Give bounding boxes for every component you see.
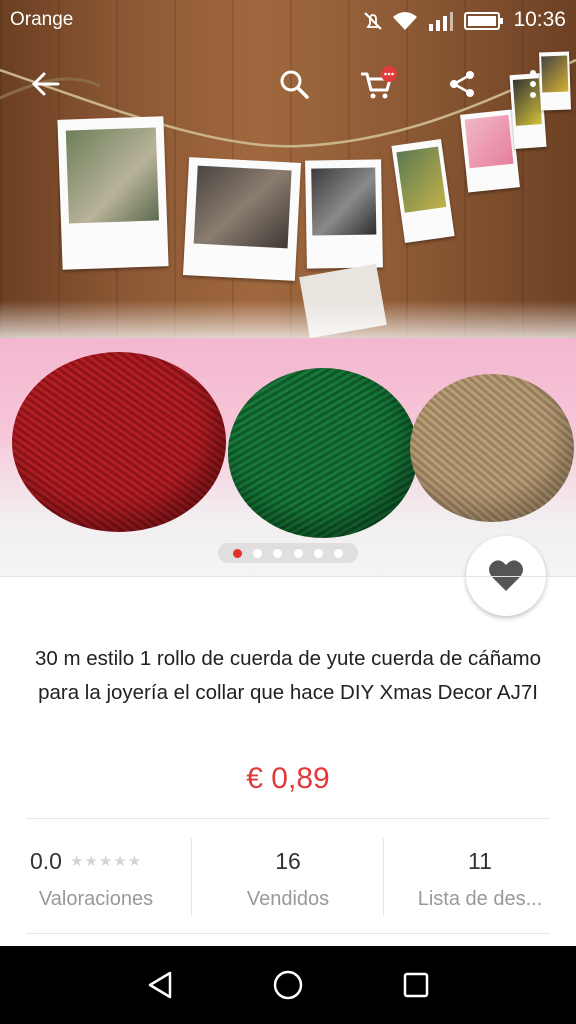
status-time: 10:36 — [513, 8, 566, 31]
sold-stat: 16 Vendidos — [192, 838, 384, 918]
pager-dot[interactable] — [313, 548, 323, 558]
sold-label: Vendidos — [246, 888, 330, 910]
home-circle-icon[interactable] — [265, 962, 311, 1008]
share-icon[interactable] — [442, 64, 482, 104]
divider — [26, 933, 550, 934]
pager-dot[interactable] — [293, 548, 303, 558]
status-bar: Orange 10:36 — [0, 0, 576, 42]
hanging-photo — [305, 159, 383, 269]
carrier-name: Orange — [10, 9, 74, 30]
red-jute-ball — [12, 352, 226, 532]
battery-icon — [464, 12, 504, 35]
wifi-icon — [392, 10, 418, 37]
divider — [26, 818, 550, 819]
sold-value: 16 — [275, 848, 301, 874]
mute-icon — [362, 10, 384, 37]
hanging-photo — [182, 157, 302, 281]
wishlist-value: 11 — [468, 848, 492, 874]
back-triangle-icon[interactable] — [138, 962, 184, 1008]
divider — [0, 576, 576, 577]
hanging-photo — [57, 116, 169, 270]
pager-dot[interactable] — [233, 548, 243, 558]
signal-icon — [428, 10, 454, 37]
pager-dot[interactable] — [333, 548, 343, 558]
search-icon[interactable] — [274, 64, 314, 104]
product-detail-screen: Orange 10:36 30 m estilo 1 rollo de cuer… — [0, 0, 576, 1024]
cart-icon[interactable] — [358, 64, 398, 104]
wishlist-stat[interactable]: 11 Lista de des... — [384, 838, 576, 918]
natural-jute-ball — [410, 374, 574, 522]
product-stats: 0.0 ★★★★★ Valoraciones 16 Vendidos 11 Lis… — [0, 818, 576, 936]
rating-value: 0.0 — [30, 848, 62, 874]
back-arrow-icon[interactable] — [26, 64, 66, 104]
rating-label: Valoraciones — [38, 888, 154, 910]
green-jute-ball — [228, 368, 418, 538]
more-icon[interactable] — [518, 64, 548, 104]
system-navigation-bar — [0, 946, 576, 1024]
pager-dot[interactable] — [273, 548, 283, 558]
hanging-photo — [460, 109, 520, 193]
product-price: € 0,89 — [246, 762, 330, 795]
product-title: 30 m estilo 1 rollo de cuerda de yute cu… — [35, 647, 541, 704]
wishlist-label: Lista de des... — [417, 888, 543, 910]
rating-stars: ★★★★★ — [69, 853, 143, 870]
gallery-pager[interactable] — [218, 543, 358, 563]
rating-stat[interactable]: 0.0 ★★★★★ Valoraciones — [0, 838, 192, 918]
pager-dot[interactable] — [253, 548, 263, 558]
recents-square-icon[interactable] — [393, 962, 439, 1008]
